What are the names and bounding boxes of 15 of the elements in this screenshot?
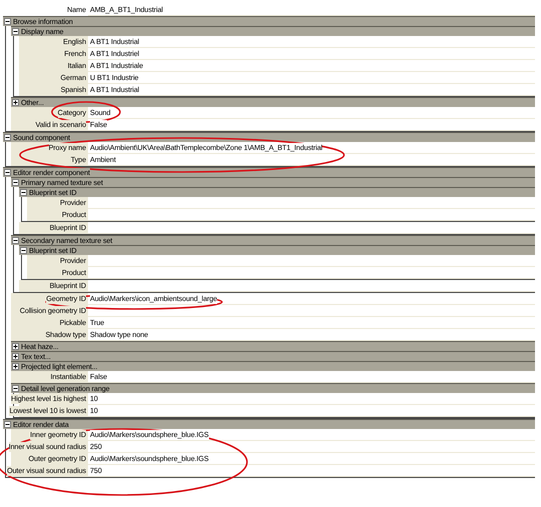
- collapse-toggle[interactable]: [4, 134, 11, 141]
- expand-toggle[interactable]: [12, 99, 19, 106]
- collapse-toggle[interactable]: [12, 179, 19, 186]
- expand-toggle[interactable]: [12, 363, 19, 370]
- collapse-toggle[interactable]: [4, 421, 11, 428]
- expand-toggle[interactable]: [12, 353, 19, 360]
- collapse-toggle[interactable]: [12, 28, 19, 35]
- expand-toggle[interactable]: [12, 343, 19, 350]
- collapse-toggle[interactable]: [4, 169, 11, 176]
- collapse-toggle[interactable]: [12, 385, 19, 392]
- collapse-toggle[interactable]: [20, 247, 27, 254]
- collapse-toggle[interactable]: [4, 18, 11, 25]
- annotation-ellipse: [51, 101, 121, 123]
- collapse-toggle[interactable]: [12, 237, 19, 244]
- collapse-toggle[interactable]: [20, 189, 27, 196]
